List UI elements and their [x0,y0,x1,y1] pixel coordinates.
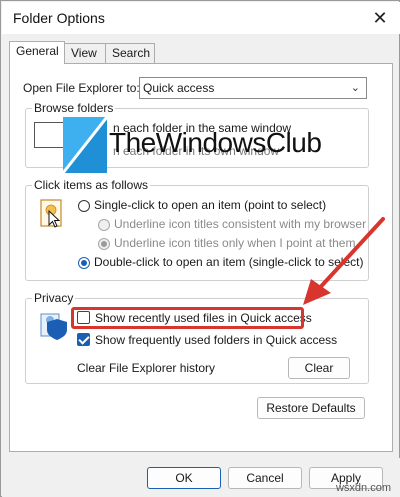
frequent-folders-checkbox[interactable] [77,333,90,346]
restore-defaults-button[interactable]: Restore Defaults [257,397,365,419]
chevron-down-icon: ⌄ [350,82,360,94]
site-watermark: wsxdn.com [335,482,391,494]
cursor-document-icon [40,199,62,228]
cancel-button[interactable]: Cancel [228,467,302,489]
clear-history-label: Clear File Explorer history [77,361,216,375]
tab-view[interactable]: View [64,43,106,63]
open-to-dropdown[interactable]: Quick access ⌄ [139,77,367,99]
underline-point-radio[interactable] [98,238,110,250]
red-arrow-annotation [303,217,385,305]
highlight-box [71,307,304,329]
browse-folders-title: Browse folders [32,101,116,115]
underline-browser-radio[interactable] [98,219,110,231]
open-to-label: Open File Explorer to: [23,81,140,95]
close-icon[interactable]: ✕ [370,8,390,28]
browse-folders-icon [34,122,66,148]
ok-button[interactable]: OK [147,467,221,489]
double-click-radio[interactable] [78,257,90,269]
window-title: Folder Options [13,10,105,26]
tab-general[interactable]: General [9,41,65,64]
thewindowsclub-logo-icon [61,116,109,174]
single-click-radio[interactable] [78,200,90,212]
frequent-folders-label: Show frequently used folders in Quick ac… [95,333,338,347]
watermark-text: TheWindowsClub [109,127,322,158]
title-bar: Folder Options ✕ [2,2,400,34]
privacy-title: Privacy [32,291,76,305]
open-to-value: Quick access [143,81,215,95]
privacy-shield-icon [40,313,67,340]
single-click-label: Single-click to open an item (point to s… [94,198,327,212]
thewindowsclub-watermark: TheWindowsClub [61,116,363,174]
clear-button[interactable]: Clear [288,357,350,379]
click-items-title: Click items as follows [32,178,151,192]
folder-options-dialog: Folder Options ✕ General View Search Ope… [0,0,400,497]
tab-search[interactable]: Search [105,43,155,63]
